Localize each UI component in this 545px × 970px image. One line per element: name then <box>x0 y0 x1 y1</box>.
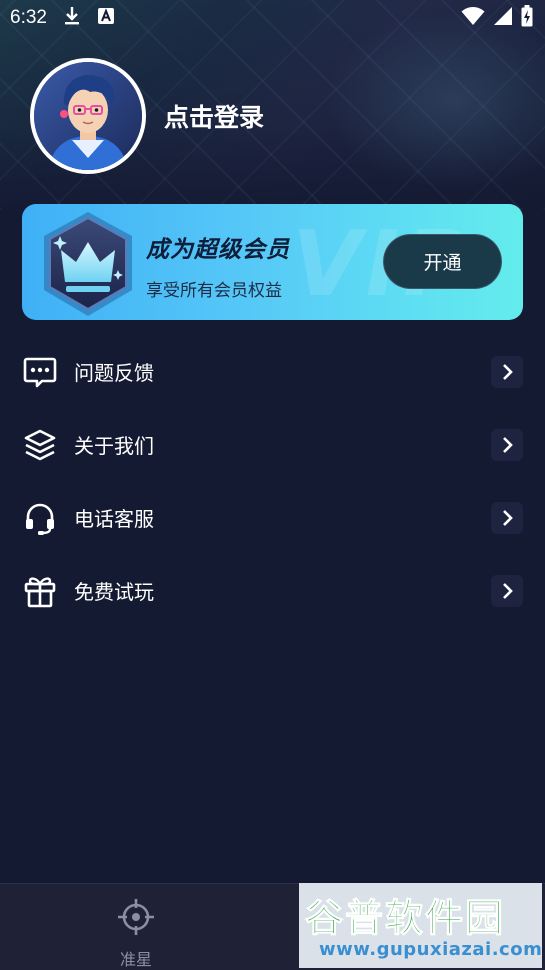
status-time: 6:32 <box>10 7 47 28</box>
menu-item-about[interactable]: 关于我们 <box>0 408 545 481</box>
download-icon <box>63 6 81 30</box>
menu-item-phone-support[interactable]: 电话客服 <box>0 481 545 554</box>
site-watermark: 谷普软件园 www.gupuxiazai.com <box>299 883 542 968</box>
menu-label-phone-support: 电话客服 <box>74 507 154 531</box>
tab-crosshair[interactable]: 准星 <box>92 884 180 970</box>
vip-title: 成为超级会员 <box>146 237 290 263</box>
avatar[interactable] <box>30 58 146 174</box>
menu-label-about: 关于我们 <box>74 434 154 458</box>
chevron-right-icon <box>491 575 523 607</box>
chevron-right-icon <box>491 502 523 534</box>
tab-label-crosshair: 准星 <box>119 950 152 969</box>
vip-banner[interactable]: VIP 成为超级会员 享受所有会员权益 开通 <box>22 204 523 320</box>
chevron-right-icon <box>491 429 523 461</box>
signal-icon <box>493 6 513 30</box>
gift-icon <box>22 573 58 609</box>
crown-icon <box>32 206 144 320</box>
battery-charging-icon <box>521 5 533 31</box>
headset-icon <box>22 500 58 536</box>
menu-label-free-trial: 免费试玩 <box>74 580 154 604</box>
profile-header[interactable]: 点击登录 <box>30 58 264 174</box>
menu-item-free-trial[interactable]: 免费试玩 <box>0 554 545 627</box>
chevron-right-icon <box>491 356 523 388</box>
layers-icon <box>22 427 58 463</box>
watermark-title: 谷普软件园 <box>304 896 506 941</box>
wifi-icon <box>461 6 485 30</box>
message-dots-icon <box>22 354 58 390</box>
menu-item-feedback[interactable]: 问题反馈 <box>0 335 545 408</box>
login-prompt[interactable]: 点击登录 <box>164 98 264 134</box>
vip-subtitle: 享受所有会员权益 <box>146 281 282 301</box>
watermark-url: www.gupuxiazai.com <box>319 939 543 960</box>
menu-label-feedback: 问题反馈 <box>74 361 154 385</box>
status-bar: 6:32 <box>0 0 545 36</box>
keyboard-a-icon <box>97 7 115 29</box>
activate-vip-button[interactable]: 开通 <box>383 234 502 289</box>
crosshair-icon <box>117 898 155 940</box>
settings-menu: 问题反馈 关于我们 电话客服 免费试玩 <box>0 335 545 627</box>
